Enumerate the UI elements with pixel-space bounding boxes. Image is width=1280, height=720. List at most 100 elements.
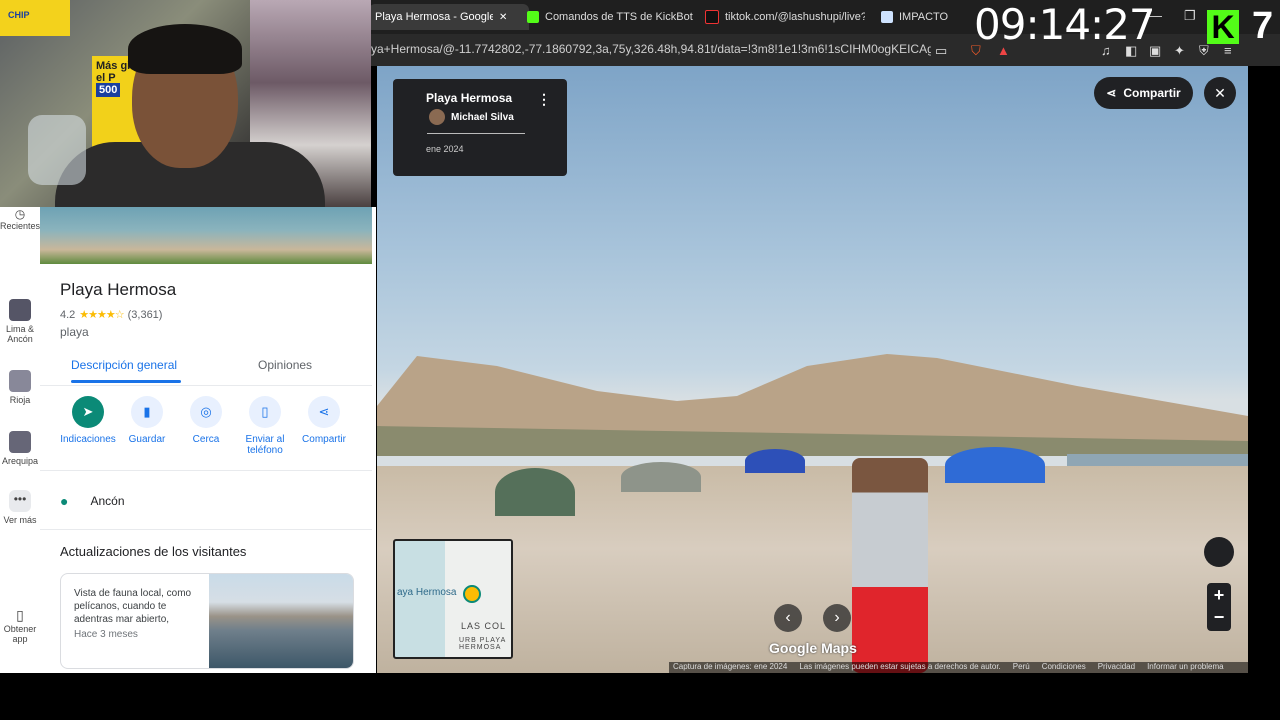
rail-get-app[interactable]: ▯ Obtener app [0, 607, 40, 644]
send-to-phone-icon: ▯ [249, 396, 281, 428]
tab-title: IMPACTO [899, 11, 949, 23]
photo-icon [9, 431, 31, 453]
footer-report[interactable]: Informar un problema [1147, 662, 1223, 673]
visitor-updates-title: Actualizaciones de los visitantes [60, 544, 247, 559]
footer-capture: Captura de imágenes: ene 2024 [673, 662, 788, 671]
action-label: Cerca [192, 434, 220, 445]
rail-rioja[interactable]: Rioja [0, 370, 40, 405]
rail-label: Ver más [3, 515, 37, 525]
tab-kickbot[interactable]: Comandos de TTS de KickBot [527, 4, 697, 30]
chip-sign-text: CHIP [8, 10, 30, 20]
author-name[interactable]: Michael Silva [451, 112, 514, 123]
zoom-in-button[interactable]: + [1207, 583, 1231, 607]
location-text: Ancón [90, 494, 125, 508]
action-label: Enviar al teléfono [245, 434, 285, 456]
more-options-icon[interactable]: ⋮ [537, 91, 551, 108]
place-category[interactable]: playa [60, 325, 89, 339]
zoom-out-button[interactable]: − [1207, 607, 1231, 631]
bookmark-icon: ▮ [131, 396, 163, 428]
kick-logo-icon: K [1207, 10, 1239, 44]
nav-right-arrow-icon[interactable]: › [823, 604, 851, 632]
star-rating-icon: ★★★★☆ [79, 309, 124, 321]
divider [40, 470, 372, 471]
send-to-phone-button[interactable]: ▯ Enviar al teléfono [234, 396, 296, 456]
location-pin-icon: ● [60, 493, 69, 509]
update-time: Hace 3 meses [74, 629, 138, 640]
menu-icon[interactable]: ≡ [1224, 43, 1232, 58]
location-pin-icon [463, 585, 481, 603]
divider [40, 529, 372, 530]
tab-playa-hermosa[interactable]: Playa Hermosa - Google M ✕ [369, 4, 529, 30]
author-avatar[interactable] [429, 109, 445, 125]
streetview-title: Playa Hermosa [426, 91, 513, 105]
active-tab-indicator [71, 380, 181, 383]
extensions-icon[interactable]: ✦ [1174, 43, 1185, 59]
umbrella [745, 449, 805, 473]
streetview-footer: Captura de imágenes: ene 2024 Las imágen… [669, 662, 1248, 673]
save-button[interactable]: ▮ Guardar [116, 396, 178, 445]
share-button[interactable]: ⋖ Compartir [293, 396, 355, 445]
rail-lima[interactable]: Lima & Ancón [0, 299, 40, 344]
minimap[interactable]: aya Hermosa LAS COL URB PLAYA HERMOSA [393, 539, 513, 659]
streetview-share-button[interactable]: ⋖ Compartir [1094, 77, 1193, 109]
streetview-info-card: Playa Hermosa ⋮ Michael Silva ene 2024 [393, 79, 567, 176]
update-photo[interactable] [209, 574, 353, 668]
google-maps-logo: Google Maps [769, 640, 857, 656]
minimap-label: URB PLAYA HERMOSA [459, 637, 506, 651]
capture-date: ene 2024 [426, 144, 464, 154]
rail-arequipa[interactable]: Arequipa [0, 431, 40, 466]
tab-impacto[interactable]: IMPACTO [881, 4, 971, 30]
tab-tiktok[interactable]: tiktok.com/@lashushupi/live?e [705, 4, 865, 30]
minimap-label: LAS COL [461, 621, 507, 631]
webcam-feed: CHIP Más gi en el P 500 [0, 0, 371, 207]
directions-icon: ➤ [72, 396, 104, 428]
photo-icon [9, 370, 31, 392]
footer-country[interactable]: Perú [1013, 662, 1030, 673]
person-foreground [852, 458, 928, 673]
zoom-control: + − [1207, 583, 1231, 631]
url-text[interactable]: ya+Hermosa/@-11.7742802,-77.1860792,3a,7… [371, 42, 931, 56]
tent [495, 468, 575, 516]
rail-recents[interactable]: ◷ Recientes [0, 207, 40, 231]
location-row[interactable]: ● Ancón [60, 493, 125, 509]
restore-icon[interactable]: ❐ [1184, 8, 1196, 24]
promo-sign-price: 500 [96, 83, 121, 97]
divider [427, 133, 525, 134]
close-streetview-button[interactable]: ✕ [1204, 77, 1236, 109]
place-panel: Playa Hermosa 4.2 ★★★★☆ (3,361) playa De… [40, 207, 376, 673]
tiktok-favicon-icon [705, 10, 719, 24]
rail-label: Obtener app [3, 624, 37, 644]
footer-privacy[interactable]: Privacidad [1098, 662, 1135, 673]
compass-icon[interactable] [1204, 537, 1234, 567]
share-icon: ⋖ [1106, 86, 1117, 100]
place-title: Playa Hermosa [60, 280, 177, 299]
kickbot-favicon-icon [527, 11, 539, 23]
directions-button[interactable]: ➤ Indicaciones [57, 396, 119, 445]
street-view[interactable]: Playa Hermosa ⋮ Michael Silva ene 2024 ⋖… [377, 66, 1248, 673]
nav-left-arrow-icon[interactable]: ‹ [774, 604, 802, 632]
vpn-icon[interactable]: ⛨ [1199, 43, 1209, 59]
stream-clock: 09:14:27 [974, 0, 1156, 49]
nearby-button[interactable]: ◎ Cerca [175, 396, 237, 445]
footer-terms[interactable]: Condiciones [1042, 662, 1086, 673]
tab-overview[interactable]: Descripción general [71, 358, 177, 372]
person-hair [128, 24, 242, 74]
close-tab-icon[interactable]: ✕ [499, 12, 507, 23]
hills [377, 354, 1248, 456]
footer-copyright: Las imágenes pueden estar sujetas a dere… [799, 662, 1001, 671]
rail-more[interactable]: ••• Ver más [0, 490, 40, 525]
tab-reviews[interactable]: Opiniones [258, 358, 312, 372]
share-label: Compartir [1123, 86, 1181, 100]
rail-label: Rioja [9, 395, 31, 405]
update-text: Vista de fauna local, como pelícanos, cu… [74, 588, 192, 625]
kick-viewer-count: 7 [1252, 5, 1274, 47]
rail-label: Lima & Ancón [5, 324, 34, 344]
chip-sign: CHIP [0, 0, 70, 36]
place-hero-image[interactable] [40, 207, 372, 264]
umbrella [621, 462, 701, 492]
rating-row: 4.2 ★★★★☆ (3,361) [60, 308, 163, 322]
tab-title: Playa Hermosa - Google M [375, 11, 493, 23]
cast-icon[interactable]: ▭ [935, 43, 947, 59]
review-count[interactable]: (3,361) [128, 309, 163, 321]
visitor-update-card[interactable]: Vista de fauna local, como pelícanos, cu… [60, 573, 354, 669]
